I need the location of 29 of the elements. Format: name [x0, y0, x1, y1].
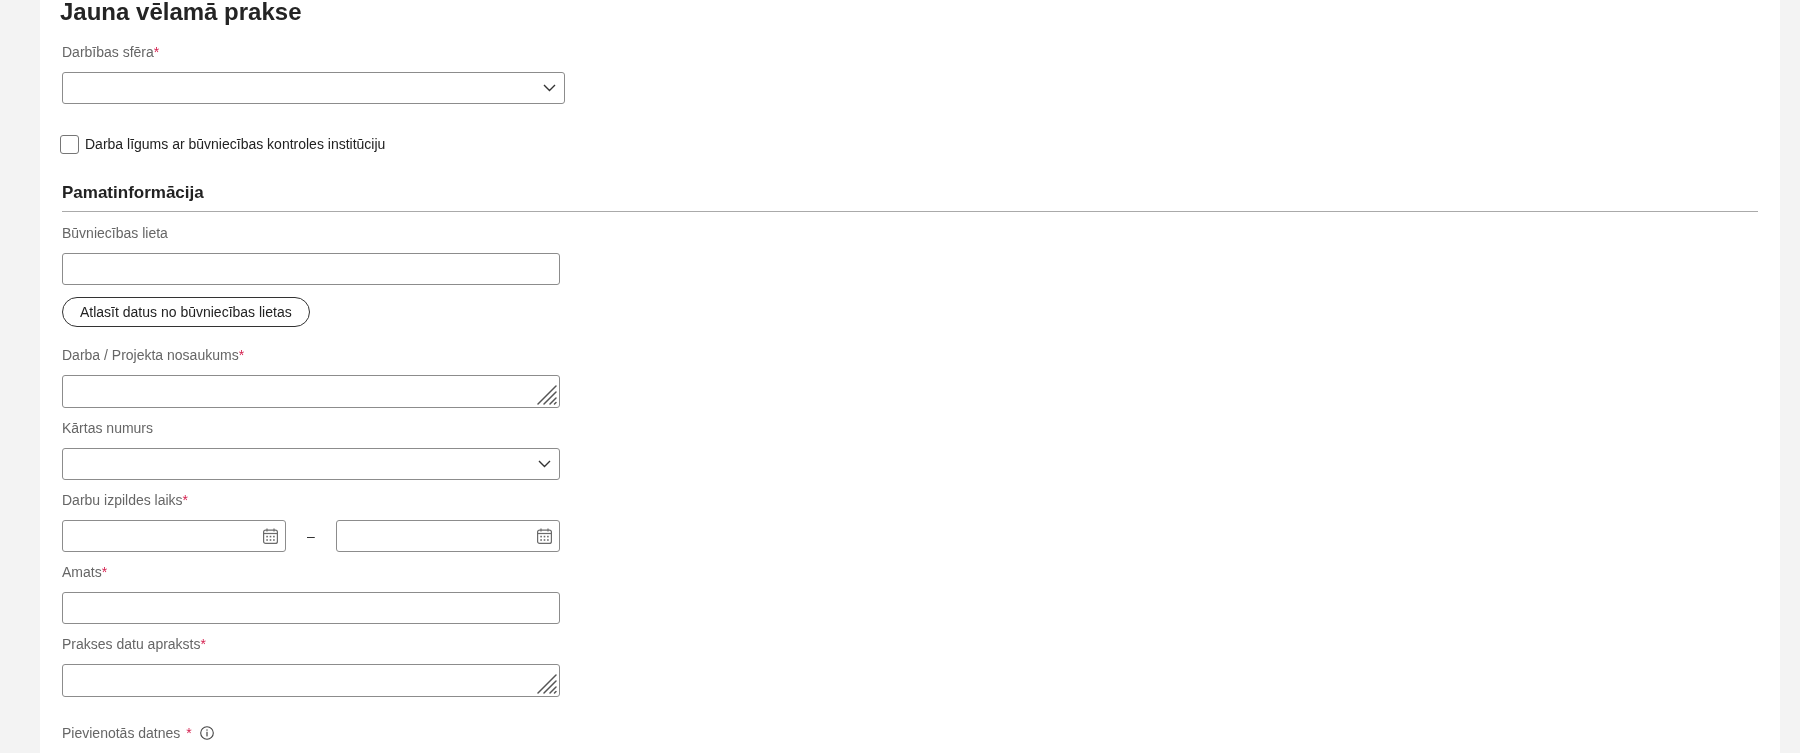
info-icon[interactable]: [199, 726, 214, 740]
field-label: Darba / Projekta nosaukums*: [62, 346, 245, 365]
resize-grip-icon[interactable]: [537, 385, 557, 405]
field-label: Prakses datu apraksts*: [62, 635, 206, 654]
text-input-field[interactable]: [62, 592, 560, 624]
resize-grip-icon[interactable]: [537, 674, 557, 694]
dropdown-field[interactable]: [62, 72, 565, 104]
chevron-down-icon: [543, 84, 556, 92]
text-area-field[interactable]: [62, 664, 560, 697]
load-data-button[interactable]: Atlasīt datus no būvniecības lietas: [62, 297, 310, 327]
checkbox-label: Darba līgums ar būvniecības kontroles institūciju: [85, 135, 386, 154]
field-label: Darbības sfēra*: [62, 43, 160, 62]
text-area-field[interactable]: [62, 375, 560, 408]
field-label: Būvniecības lieta: [62, 224, 168, 243]
field-label: Amats*: [62, 563, 108, 582]
checkbox[interactable]: [60, 134, 79, 154]
field-label: Kārtas numurs: [62, 419, 154, 438]
field-label: Pievienotās datnes *: [62, 724, 192, 743]
date-field[interactable]: [336, 520, 560, 552]
calendar-icon[interactable]: [263, 528, 278, 544]
date-field[interactable]: [62, 520, 286, 552]
field-label: Darbu izpildes laiks*: [62, 491, 189, 510]
range-separator: –: [307, 527, 315, 546]
dropdown-field[interactable]: [62, 448, 560, 480]
page-title: Jauna vēlamā prakse: [60, 0, 302, 24]
calendar-icon[interactable]: [537, 528, 552, 544]
chevron-down-icon: [538, 460, 551, 468]
section-heading: Pamatinformācija: [62, 182, 204, 204]
text-input-field[interactable]: [62, 253, 560, 285]
